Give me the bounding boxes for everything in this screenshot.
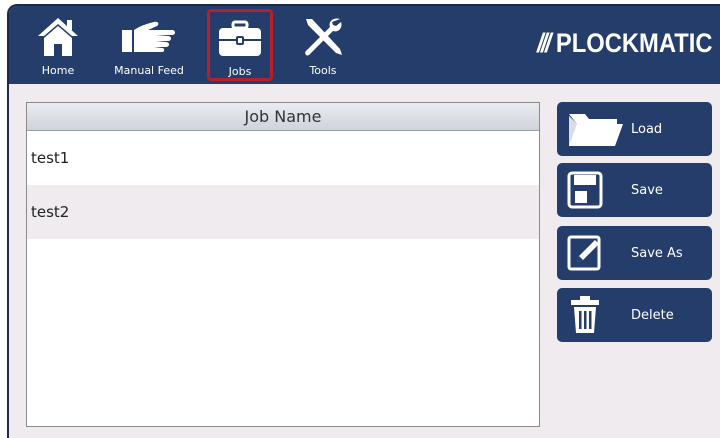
save-button-label: Save xyxy=(631,182,663,198)
app-window: Home Manual Feed Jobs Tools /// PLOCKMAT… xyxy=(7,4,720,438)
briefcase-icon xyxy=(217,17,263,61)
floppy-disk-icon xyxy=(567,163,603,217)
tools-icon xyxy=(300,14,346,60)
trash-icon xyxy=(567,288,603,342)
load-button-label: Load xyxy=(631,121,663,137)
column-header-job-name[interactable]: Job Name xyxy=(27,103,539,131)
brand-slashes: /// xyxy=(536,28,550,58)
nav-manual-feed-label: Manual Feed xyxy=(114,64,184,77)
nav-tools[interactable]: Tools xyxy=(295,6,351,84)
brand-logo: /// PLOCKMATIC xyxy=(536,28,712,59)
delete-button[interactable]: Delete xyxy=(557,288,712,342)
nav-manual-feed[interactable]: Manual Feed xyxy=(101,6,197,84)
save-as-button[interactable]: Save As xyxy=(557,226,712,280)
hand-icon xyxy=(118,14,180,60)
nav-home[interactable]: Home xyxy=(29,6,87,84)
brand-name: PLOCKMATIC xyxy=(555,28,712,58)
folder-icon xyxy=(567,102,623,156)
table-row[interactable]: test2 xyxy=(27,185,539,239)
home-icon xyxy=(36,14,80,60)
edit-document-icon xyxy=(567,226,603,280)
table-row[interactable]: test1 xyxy=(27,131,539,185)
jobs-table: Job Name test1 test2 xyxy=(26,102,540,427)
save-as-button-label: Save As xyxy=(631,245,683,261)
nav-home-label: Home xyxy=(41,64,75,77)
nav-tools-label: Tools xyxy=(309,64,337,77)
top-navigation-bar: Home Manual Feed Jobs Tools /// PLOCKMAT… xyxy=(9,6,720,84)
save-button[interactable]: Save xyxy=(557,163,712,217)
load-button[interactable]: Load xyxy=(557,102,712,156)
delete-button-label: Delete xyxy=(631,307,674,323)
nav-jobs-label: Jobs xyxy=(228,65,252,78)
nav-jobs[interactable]: Jobs xyxy=(207,9,273,81)
